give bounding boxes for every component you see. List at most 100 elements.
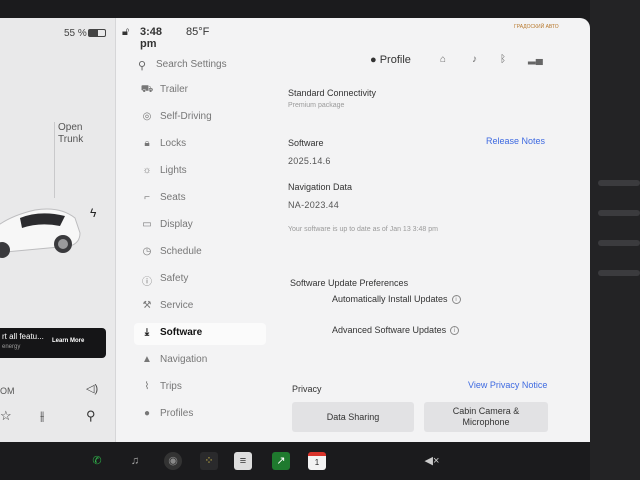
- menu-item-label: Schedule: [160, 246, 202, 257]
- auto-install-label: Automatically Install Updates: [332, 294, 448, 304]
- charge-bolt-icon: ϟ: [90, 206, 97, 220]
- promo-banner[interactable]: rt all featu... energy Learn More: [0, 328, 106, 358]
- cabin-camera-label-2: Microphone: [462, 417, 510, 427]
- menu-item-profiles[interactable]: ● Profiles: [134, 404, 266, 426]
- menu-item-label: Trailer: [160, 84, 188, 95]
- menu-item-label: Locks: [160, 138, 187, 149]
- data-sharing-button[interactable]: Data Sharing: [292, 402, 414, 432]
- menu-item-label: Display: [160, 219, 193, 230]
- menu-item-trailer[interactable]: ⛟ Trailer: [134, 80, 266, 102]
- data-sharing-label: Data Sharing: [326, 411, 380, 422]
- info-icon[interactable]: i: [451, 295, 461, 305]
- menu-item-label: Software: [160, 327, 203, 338]
- battery-percent: 55 %: [64, 28, 87, 39]
- menu-item-label: Trips: [160, 381, 182, 392]
- navigation-data-label: Navigation Data: [288, 182, 353, 192]
- chart-app-icon[interactable]: ↗: [272, 452, 290, 470]
- profile-label: Profile: [379, 54, 411, 66]
- menu-item-schedule[interactable]: ◷ Schedule: [134, 242, 266, 264]
- release-notes-link[interactable]: Release Notes: [486, 136, 545, 146]
- menu-item-seats[interactable]: ⌐ Seats: [134, 188, 266, 210]
- taskbar: ✆ ♫ ◉ ⁘ ≡ ↗ 1 ◀×: [0, 442, 590, 480]
- cabin-camera-button[interactable]: Cabin Camera & Microphone: [424, 402, 548, 432]
- menu-item-trips[interactable]: ⌇ Trips: [134, 377, 266, 399]
- navigation-icon: ▲: [142, 354, 152, 365]
- menu-item-navigation[interactable]: ▲ Navigation: [134, 350, 266, 372]
- privacy-notice-link[interactable]: View Privacy Notice: [468, 380, 547, 390]
- open-trunk-label-1: Open: [58, 122, 83, 133]
- games-icon[interactable]: ⁘: [200, 452, 218, 470]
- car-image: [0, 208, 81, 258]
- menu-item-label: Service: [160, 300, 194, 311]
- clock: 3:48 pm: [140, 26, 163, 50]
- dashboard-trim: [590, 0, 640, 480]
- mute-icon[interactable]: ◀×: [420, 452, 444, 470]
- music-icon[interactable]: ♫: [126, 452, 144, 470]
- menu-item-label: Navigation: [160, 354, 208, 365]
- panel-quick-icons: ☆ ⫲ ⚲: [0, 408, 116, 434]
- cabin-camera-label-1: Cabin Camera &: [452, 406, 520, 416]
- calendar-day: 1: [314, 458, 320, 467]
- connectivity-title: Standard Connectivity: [288, 88, 377, 98]
- menu-item-self-driving[interactable]: ◎ Self-Driving: [134, 107, 266, 129]
- star-icon[interactable]: ☆: [0, 408, 12, 424]
- speaker-icon[interactable]: ◁): [86, 382, 98, 395]
- vent-slat: [598, 210, 640, 216]
- up-to-date-message: Your software is up to date as of Jan 13…: [288, 226, 438, 233]
- menu-item-label: Seats: [160, 192, 186, 203]
- battery-icon: [88, 29, 106, 37]
- search-input[interactable]: [156, 59, 336, 70]
- menu-item-software[interactable]: ⤓ Software: [134, 323, 266, 345]
- trailer-icon: ⛟: [140, 84, 154, 95]
- auto-install-option[interactable]: Automatically Install Updates i: [332, 294, 461, 305]
- menu-item-lights[interactable]: ☼ Lights: [134, 161, 266, 183]
- camera-icon[interactable]: ◉: [164, 452, 182, 470]
- profile-button[interactable]: ● Profile: [370, 54, 411, 66]
- bell-icon[interactable]: ♪: [472, 54, 477, 65]
- vent-slat: [598, 240, 640, 246]
- menu-item-label: Lights: [160, 165, 187, 176]
- lock-icon: 🔒︎: [144, 138, 150, 149]
- vent-slat: [598, 180, 640, 186]
- dealer-logo: ГРАДОСКИЙ АВТО: [514, 24, 564, 42]
- software-version: 2025.14.6: [288, 156, 331, 166]
- person-icon: ●: [370, 54, 377, 66]
- software-page: Standard Connectivity Premium package So…: [280, 80, 560, 440]
- info-icon[interactable]: i: [450, 326, 460, 336]
- promo-subtitle: energy: [2, 344, 21, 350]
- display-icon: ▭: [142, 219, 152, 230]
- garage-icon[interactable]: ⌂: [440, 54, 446, 65]
- lock-icon[interactable]: 🔓︎: [122, 26, 129, 39]
- update-preferences-title: Software Update Preferences: [290, 278, 409, 288]
- menu-item-label: Profiles: [160, 408, 194, 419]
- advanced-updates-option[interactable]: Advanced Software Updates i: [332, 325, 460, 336]
- advanced-updates-label: Advanced Software Updates: [332, 325, 447, 335]
- dealer-logo-text: ГРАДОСКИЙ АВТО: [514, 24, 559, 30]
- battery-fill: [89, 30, 98, 36]
- menu-item-safety[interactable]: ⓘ Safety: [134, 269, 266, 291]
- menu-item-locks[interactable]: 🔒︎ Locks: [134, 134, 266, 156]
- wrench-icon: ⚒: [142, 300, 152, 311]
- seat-icon: ⌐: [144, 192, 150, 203]
- menu-item-display[interactable]: ▭ Display: [134, 215, 266, 237]
- download-icon: ⤓: [144, 327, 150, 338]
- safety-icon: ⓘ: [142, 277, 152, 288]
- bluetooth-icon[interactable]: ᛒ: [500, 54, 506, 65]
- search-icon[interactable]: ⚲: [86, 408, 96, 424]
- phone-icon[interactable]: ✆: [88, 452, 106, 470]
- open-trunk-button[interactable]: Open Trunk: [58, 122, 83, 146]
- open-trunk-label-2: Trunk: [58, 134, 84, 145]
- sliders-icon[interactable]: ⫲: [40, 408, 44, 424]
- learn-more-button[interactable]: Learn More: [52, 338, 84, 344]
- notes-icon[interactable]: ≡: [234, 452, 252, 470]
- promo-title: rt all featu...: [2, 332, 44, 341]
- footer-label: OM: [0, 386, 15, 396]
- vent-slat: [598, 270, 640, 276]
- privacy-label: Privacy: [292, 384, 322, 394]
- steering-wheel-icon: ◎: [142, 111, 152, 122]
- settings-search[interactable]: ⚲: [134, 56, 354, 78]
- connectivity-subtitle: Premium package: [288, 102, 345, 109]
- search-icon: ⚲: [138, 60, 147, 72]
- calendar-icon[interactable]: 1: [308, 452, 326, 470]
- menu-item-service[interactable]: ⚒ Service: [134, 296, 266, 318]
